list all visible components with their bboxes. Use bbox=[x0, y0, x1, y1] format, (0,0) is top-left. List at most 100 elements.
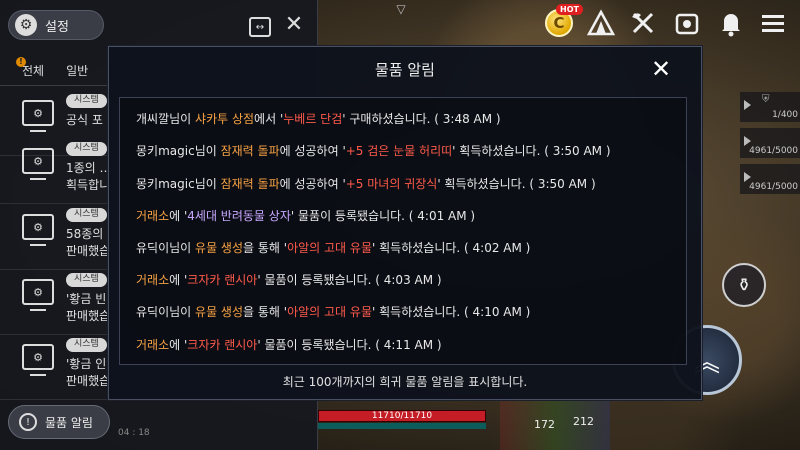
hot-badge: HOT bbox=[556, 4, 583, 15]
entry-segment: +5 마녀의 귀장식 bbox=[345, 177, 438, 191]
entry-segment: 거래소 bbox=[136, 273, 170, 287]
system-tag: 시스템 bbox=[66, 208, 107, 222]
entry-segment: 에서 ' bbox=[254, 112, 284, 126]
entry-segment: +5 검은 눈물 허리띠 bbox=[345, 144, 453, 158]
hot-coin-icon[interactable]: C HOT bbox=[542, 4, 583, 40]
entry-segment: 유딕이 bbox=[136, 241, 170, 255]
system-tag: 시스템 bbox=[66, 338, 107, 352]
entry-segment: 님이 bbox=[169, 112, 196, 126]
hp-text: 11710/11710 bbox=[371, 411, 433, 421]
entry-segment: 잠재력 돌파 bbox=[220, 144, 280, 158]
inventory-bag-icon[interactable] bbox=[670, 6, 704, 40]
gear-icon: ⚙ bbox=[15, 14, 37, 36]
hud-counter-3-value: 4961/5000 bbox=[749, 182, 798, 192]
chevron-down-icon[interactable]: ▽ bbox=[392, 2, 410, 16]
entry-segment: ' 획득하셨습니다. ( 3:50 AM ) bbox=[452, 144, 611, 158]
hud-counter-1-value: 1/400 bbox=[772, 110, 798, 120]
notification-entry: 거래소에 '크자카 랜시아' 물품이 등록됐습니다. ( 4:03 AM ) bbox=[136, 271, 442, 288]
stat-value-b: 212 bbox=[573, 415, 594, 428]
entry-segment: 아알의 고대 유물 bbox=[287, 241, 372, 255]
entry-segment: 아알의 고대 유물 bbox=[287, 305, 372, 319]
resize-icon[interactable]: ↔ bbox=[249, 17, 271, 37]
item-notification-button[interactable]: ! 물품 알림 bbox=[8, 405, 110, 439]
notification-entry: 유딕이님이 유물 생성을 통해 '아알의 고대 유물' 획득하셨습니다. ( 4… bbox=[136, 239, 530, 256]
tab-general[interactable]: 일반 bbox=[44, 62, 88, 79]
entry-segment: 님이 bbox=[194, 144, 221, 158]
notification-entry: 개씨깔님이 샤카투 상점에서 '누베르 단검' 구매하셨습니다. ( 3:48 … bbox=[136, 110, 501, 127]
potion-icon[interactable]: ⚱ bbox=[722, 263, 766, 307]
system-tag: 시스템 bbox=[66, 273, 107, 287]
entry-segment: 누베르 단검 bbox=[283, 112, 343, 126]
entry-segment: 님이 bbox=[194, 177, 221, 191]
entry-segment: ' 획득하셨습니다. ( 4:10 AM ) bbox=[372, 305, 531, 319]
entry-segment: 님이 bbox=[169, 241, 196, 255]
entry-segment: ' 획득하셨습니다. ( 4:02 AM ) bbox=[372, 241, 531, 255]
hp-bar: 11710/11710 bbox=[318, 410, 486, 422]
item-notification-label: 물품 알림 bbox=[45, 415, 93, 430]
entry-segment: 크자카 랜시아 bbox=[187, 273, 258, 287]
entry-segment: 님이 bbox=[169, 305, 196, 319]
notification-entry: 몽키magic님이 잠재력 돌파에 성공하여 '+5 검은 눈물 허리띠' 획득… bbox=[136, 142, 611, 159]
notification-entry: 거래소에 '4세대 반려동물 상자' 물품이 등록됐습니다. ( 4:01 AM… bbox=[136, 207, 475, 224]
entry-segment: 유물 생성 bbox=[195, 305, 244, 319]
notification-entry: 유딕이님이 유물 생성을 통해 '아알의 고대 유물' 획득하셨습니다. ( 4… bbox=[136, 303, 530, 320]
entry-segment: 에 ' bbox=[169, 273, 188, 287]
notification-entry: 몽키magic님이 잠재력 돌파에 성공하여 '+5 마녀의 귀장식' 획득하셨… bbox=[136, 175, 596, 192]
settings-button[interactable]: ⚙ 설정 bbox=[8, 10, 104, 40]
entry-segment: 몽키magic bbox=[136, 177, 195, 191]
close-icon[interactable]: ✕ bbox=[283, 13, 305, 37]
monitor-icon: ⚙ bbox=[22, 344, 54, 376]
monitor-icon: ⚙ bbox=[22, 214, 54, 246]
entry-segment: 거래소 bbox=[136, 209, 170, 223]
alert-icon: ! bbox=[16, 57, 26, 67]
expand-arrow-icon bbox=[744, 172, 751, 182]
entry-segment: ' 물품이 등록됐습니다. ( 4:11 AM ) bbox=[257, 338, 442, 352]
hud-counter-2-value: 4961/5000 bbox=[749, 146, 798, 156]
hud-counter-1[interactable]: ⛨ 1/400 bbox=[740, 92, 800, 122]
entry-segment: 잠재력 돌파 bbox=[220, 177, 280, 191]
monitor-icon: ⚙ bbox=[22, 100, 54, 132]
footer-note: 최근 100개까지의 희귀 물품 알림을 표시합니다. bbox=[282, 375, 528, 389]
entry-segment: 에 성공하여 ' bbox=[279, 144, 346, 158]
settings-label: 설정 bbox=[45, 19, 69, 35]
hud-counter-2[interactable]: 4961/5000 bbox=[740, 128, 800, 158]
entry-segment: 에 성공하여 ' bbox=[279, 177, 346, 191]
entry-segment: 개씨깔 bbox=[136, 112, 170, 126]
notification-entry: 거래소에 '크자카 랜시아' 물품이 등록됐습니다. ( 4:11 AM ) bbox=[136, 336, 442, 353]
mp-bar bbox=[318, 423, 486, 429]
entry-segment: ' 물품이 등록됐습니다. ( 4:03 AM ) bbox=[257, 273, 442, 287]
entry-segment: 에 ' bbox=[169, 209, 188, 223]
creature-icon: ⛨ bbox=[762, 94, 770, 105]
notification-list[interactable]: 개씨깔님이 샤카투 상점에서 '누베르 단검' 구매하셨습니다. ( 3:48 … bbox=[119, 97, 687, 365]
entry-segment: ' 물품이 등록됐습니다. ( 4:01 AM ) bbox=[290, 209, 476, 223]
tent-icon[interactable] bbox=[584, 6, 618, 40]
entry-segment: 유딕이 bbox=[136, 305, 170, 319]
item-notification-modal: 물품 알림 ✕ 개씨깔님이 샤카투 상점에서 '누베르 단검' 구매하셨습니다.… bbox=[108, 46, 702, 400]
stat-value-a: 172 bbox=[534, 418, 555, 431]
entry-segment: 크자카 랜시아 bbox=[187, 338, 258, 352]
monitor-icon: ⚙ bbox=[22, 279, 54, 311]
entry-segment: 을 통해 ' bbox=[243, 305, 288, 319]
system-tag: 시스템 bbox=[66, 94, 107, 108]
entry-segment: 유물 생성 bbox=[195, 241, 244, 255]
entry-segment: ' 구매하셨습니다. ( 3:48 AM ) bbox=[342, 112, 501, 126]
entry-segment: 샤카투 상점 bbox=[195, 112, 255, 126]
entry-segment: 4세대 반려동물 상자 bbox=[187, 209, 291, 223]
entry-segment: 몽키magic bbox=[136, 144, 195, 158]
system-tag: 시스템 bbox=[66, 142, 107, 156]
expand-arrow-icon bbox=[744, 136, 751, 146]
monitor-icon: ⚙ bbox=[22, 148, 54, 180]
entry-segment: ' 획득하셨습니다. ( 3:50 AM ) bbox=[437, 177, 596, 191]
hud-counter-3[interactable]: 4961/5000 bbox=[740, 164, 800, 194]
status-time: 04 : 18 bbox=[118, 428, 150, 438]
expand-arrow-icon bbox=[744, 100, 751, 110]
info-icon: ! bbox=[19, 413, 37, 431]
entry-segment: 에 ' bbox=[169, 338, 188, 352]
entry-segment: 거래소 bbox=[136, 338, 170, 352]
hamburger-menu-icon[interactable] bbox=[756, 6, 790, 40]
modal-title: 물품 알림 bbox=[375, 61, 435, 79]
entry-segment: 을 통해 ' bbox=[243, 241, 288, 255]
close-icon[interactable]: ✕ bbox=[649, 57, 673, 81]
bell-icon[interactable] bbox=[714, 6, 748, 40]
axe-icon[interactable] bbox=[626, 6, 660, 40]
